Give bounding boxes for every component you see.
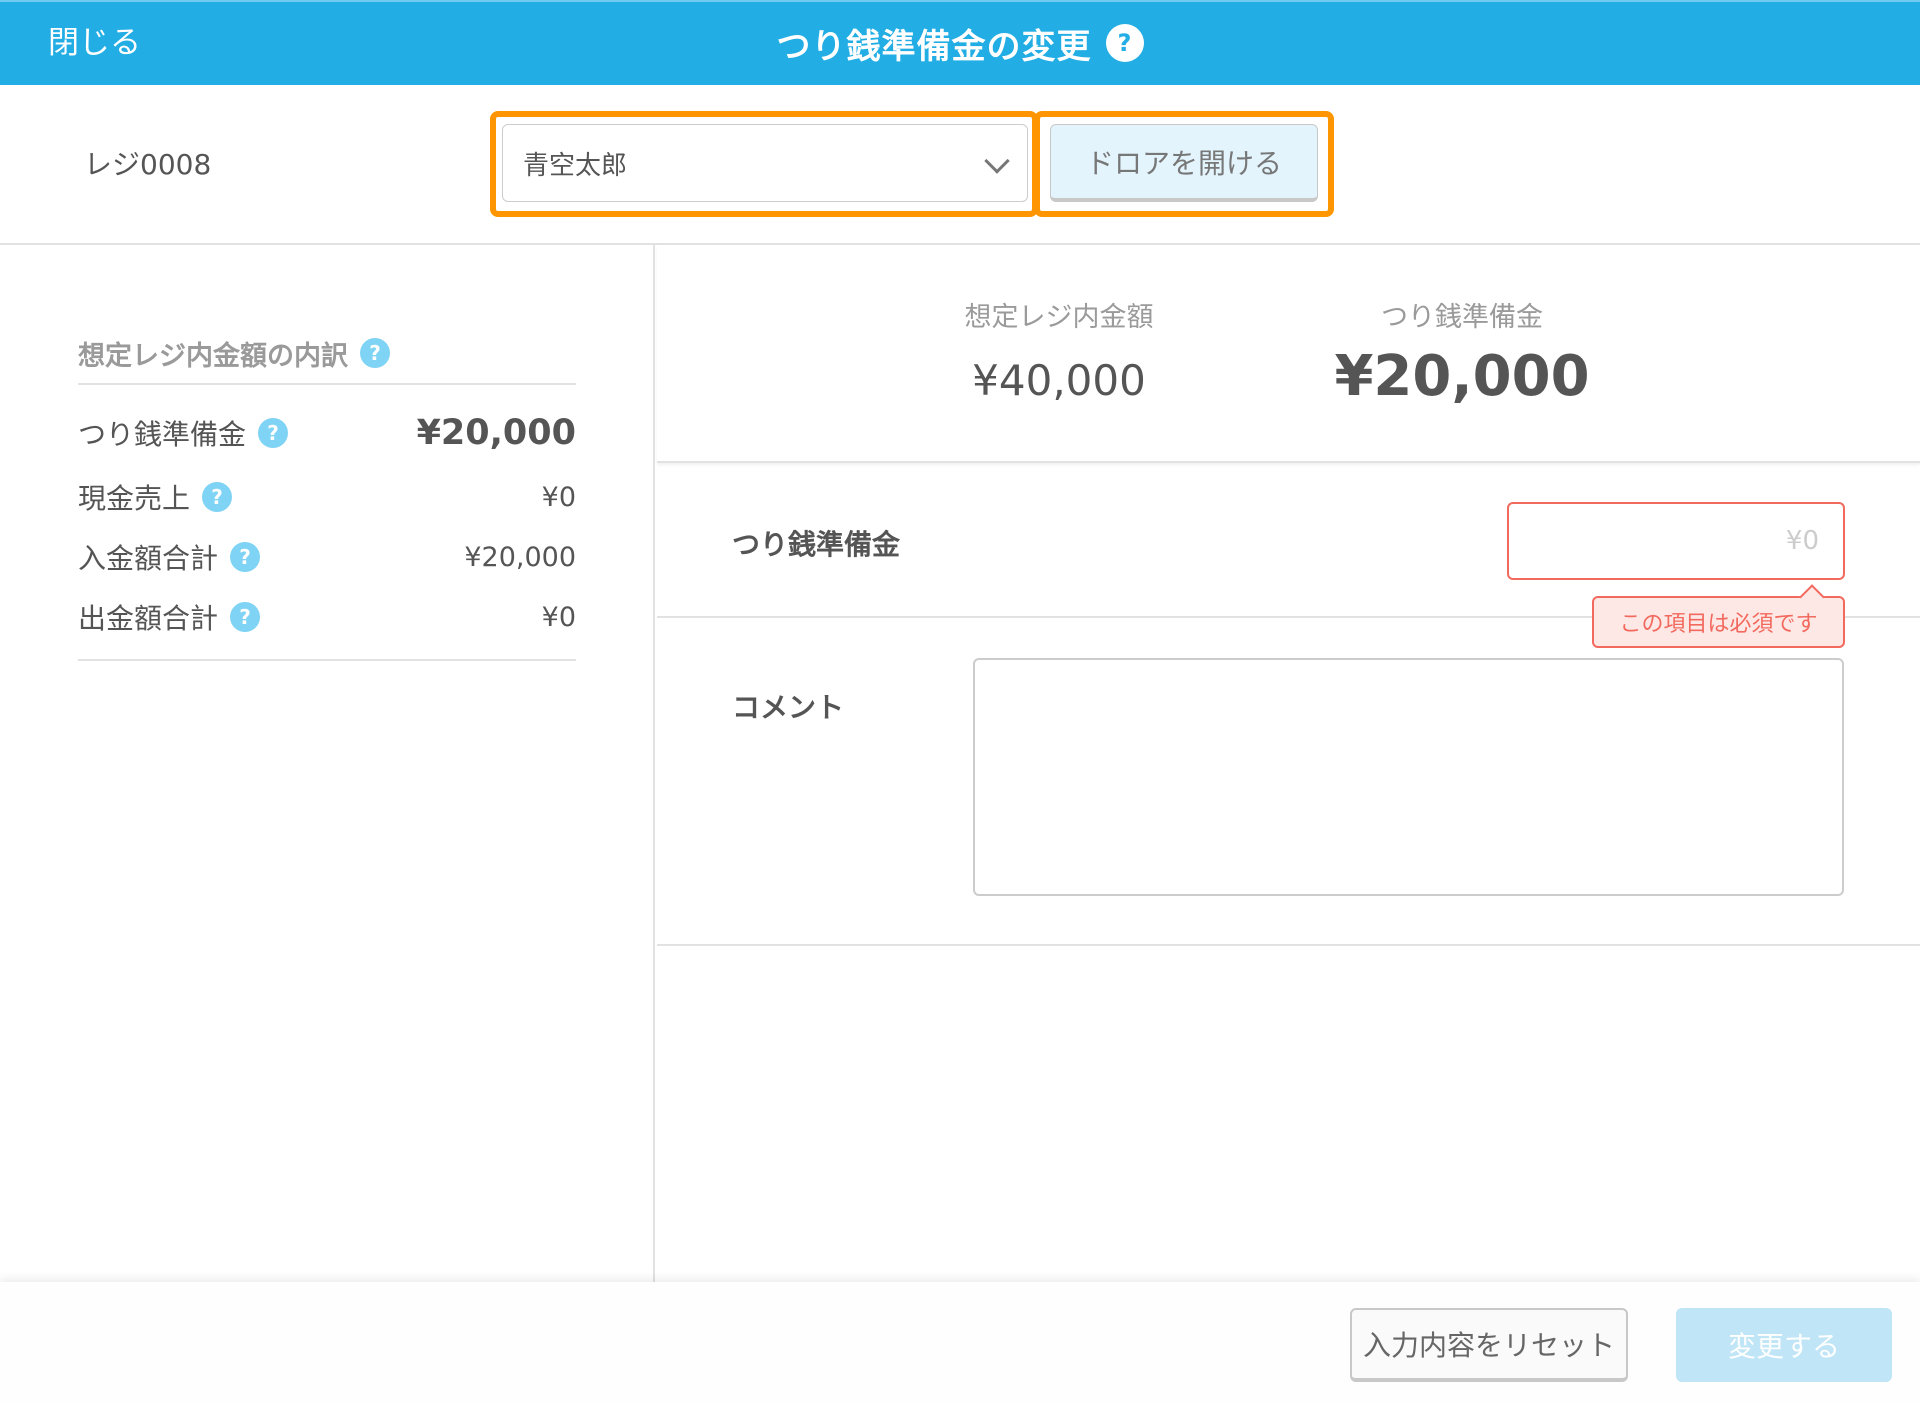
float-form-row: つり銭準備金 この項目は必須です xyxy=(657,463,1920,648)
help-icon[interactable]: ? xyxy=(1105,24,1144,62)
toolbar: レジ0008 青空太郎 ドロアを開ける xyxy=(0,85,1920,245)
float-error-tooltip: この項目は必須です xyxy=(1592,596,1845,648)
page-title-group: つり銭準備金の変更 ? xyxy=(0,18,1920,68)
header-bar: 閉じる つり銭準備金の変更 ? xyxy=(0,0,1920,85)
breakdown-title-row: 想定レジ内金額の内訳 ? xyxy=(78,335,576,385)
staff-select-value: 青空太郎 xyxy=(523,150,628,181)
submit-button[interactable]: 変更する xyxy=(1676,1308,1892,1382)
summary-float: つり銭準備金 ¥20,000 xyxy=(1317,295,1607,409)
open-drawer-button[interactable]: ドロアを開ける xyxy=(1050,124,1318,202)
summary-expected: 想定レジ内金額 ¥40,000 xyxy=(909,295,1209,405)
comment-field-label: コメント xyxy=(732,691,845,724)
comment-textarea[interactable] xyxy=(973,658,1844,896)
comment-form-row: コメント xyxy=(657,618,1920,946)
breakdown-row-label: 入金額合計 xyxy=(78,542,219,575)
breakdown-row-label: 現金売上 xyxy=(78,482,191,515)
breakdown-row-cash-sales: 現金売上 ? ¥0 xyxy=(78,467,576,527)
breakdown-row-withdrawals: 出金額合計 ? ¥0 xyxy=(78,587,576,647)
breakdown-row-label: つり銭準備金 xyxy=(78,418,247,451)
summary-expected-value: ¥40,000 xyxy=(972,356,1146,405)
summary-expected-label: 想定レジ内金額 xyxy=(964,302,1154,333)
summary-float-label: つり銭準備金 xyxy=(1381,302,1543,333)
reset-button[interactable]: 入力内容をリセット xyxy=(1350,1308,1628,1382)
breakdown-row-amount: ¥0 xyxy=(541,481,576,513)
float-amount-input[interactable] xyxy=(1507,502,1845,580)
breakdown-row-amount: ¥20,000 xyxy=(464,541,576,573)
summary-float-value: ¥20,000 xyxy=(1334,344,1590,409)
breakdown-row-float: つり銭準備金 ? ¥20,000 xyxy=(78,385,576,467)
register-name: レジ0008 xyxy=(84,148,212,181)
breakdown-row-amount: ¥0 xyxy=(541,601,576,633)
help-icon[interactable]: ? xyxy=(360,338,390,368)
divider xyxy=(78,659,576,661)
breakdown: 想定レジ内金額の内訳 ? つり銭準備金 ? ¥20,000 現金売上 ? ¥0 … xyxy=(78,335,576,661)
help-icon[interactable]: ? xyxy=(202,482,233,512)
breakdown-row-deposits: 入金額合計 ? ¥20,000 xyxy=(78,527,576,587)
breakdown-panel: 想定レジ内金額の内訳 ? つり銭準備金 ? ¥20,000 現金売上 ? ¥0 … xyxy=(0,245,655,1282)
chevron-down-icon xyxy=(985,152,1007,174)
footer-bar: 入力内容をリセット 変更する xyxy=(0,1282,1920,1403)
help-icon[interactable]: ? xyxy=(230,542,261,572)
help-icon[interactable]: ? xyxy=(258,418,289,448)
help-icon[interactable]: ? xyxy=(230,602,261,632)
page-title: つり銭準備金の変更 xyxy=(776,26,1092,67)
breakdown-row-amount: ¥20,000 xyxy=(416,413,576,453)
summary-panel: 想定レジ内金額 ¥40,000 つり銭準備金 ¥20,000 xyxy=(657,245,1920,463)
staff-select[interactable]: 青空太郎 xyxy=(502,124,1028,202)
breakdown-row-label: 出金額合計 xyxy=(78,602,219,635)
float-field-label: つり銭準備金 xyxy=(732,528,901,561)
breakdown-title: 想定レジ内金額の内訳 xyxy=(78,340,348,372)
